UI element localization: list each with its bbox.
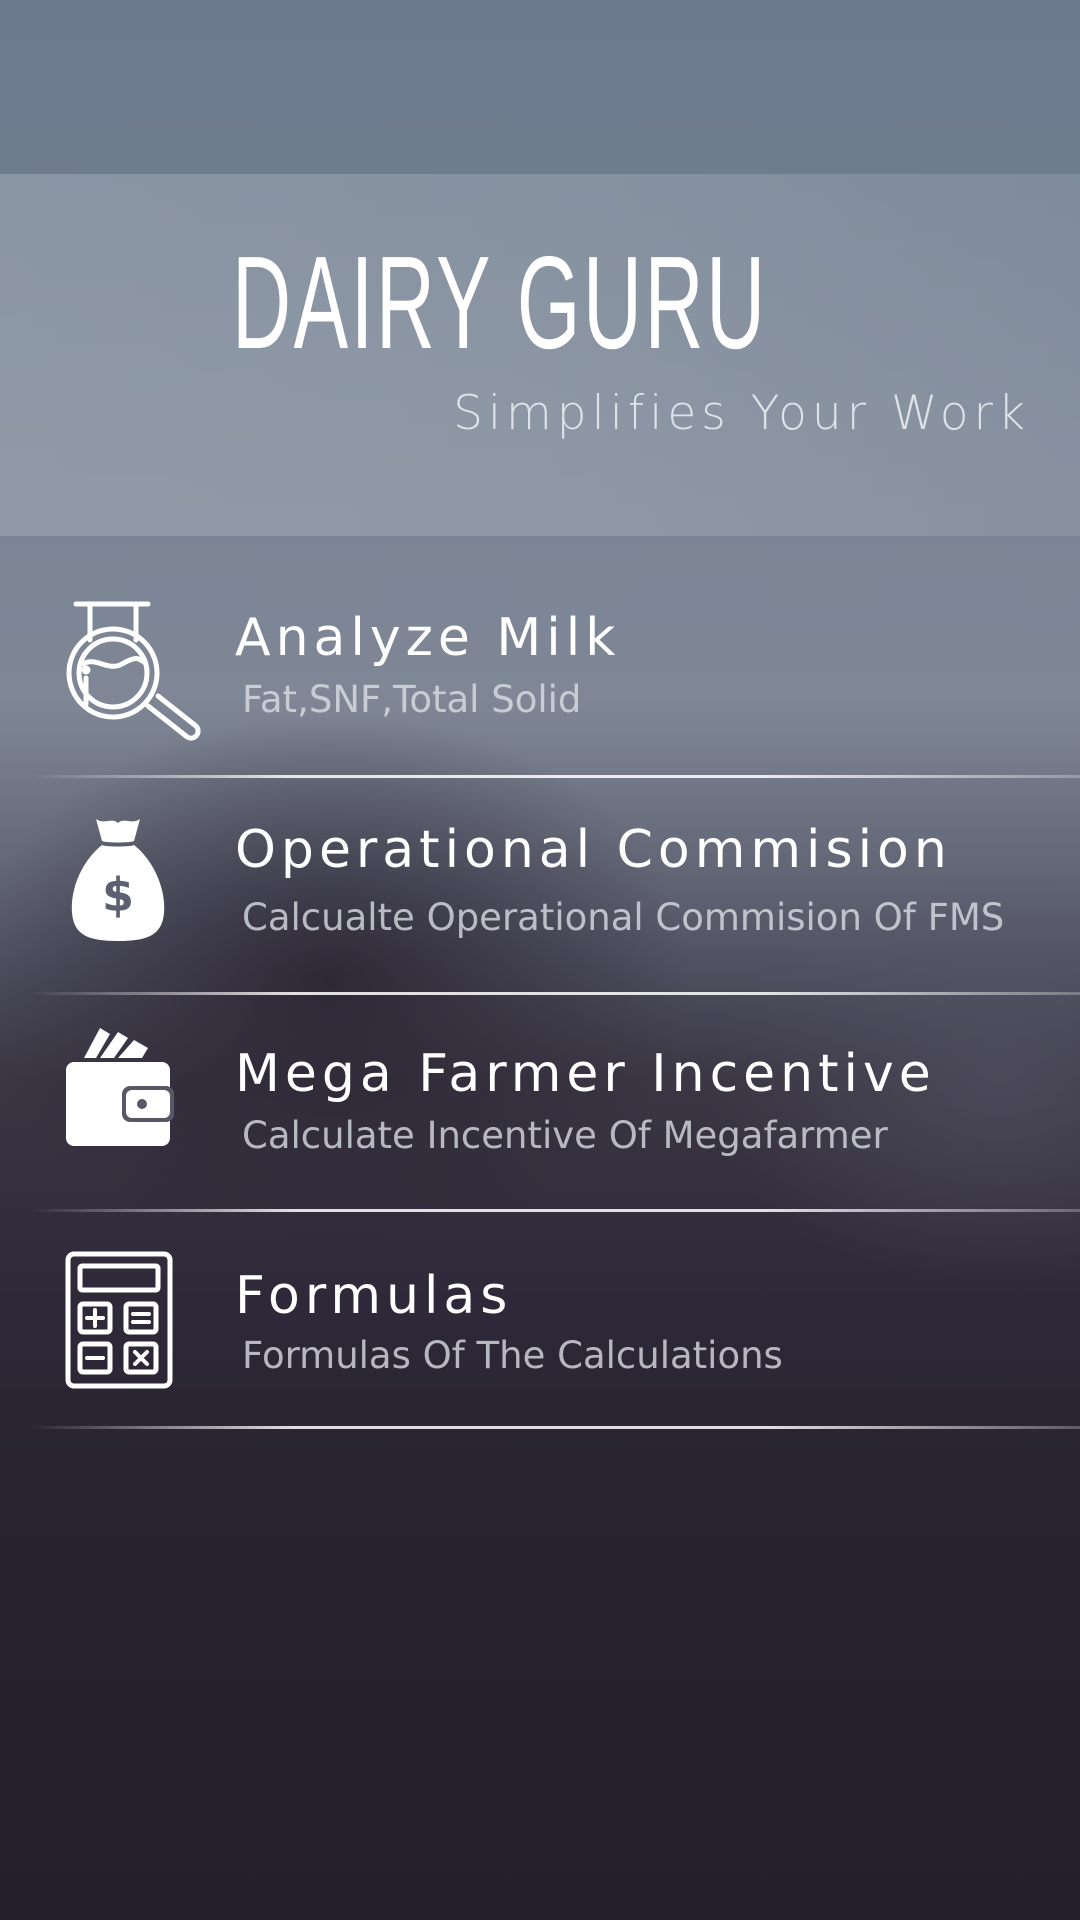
menu-item-title: Operational Commision — [235, 820, 952, 880]
menu-item-subtitle: Formulas Of The Calculations — [242, 1334, 783, 1377]
menu-item-analyze-milk[interactable]: Analyze Milk Fat,SNF,Total Solid — [0, 590, 1080, 780]
menu-item-subtitle: Fat,SNF,Total Solid — [242, 678, 582, 721]
divider — [30, 775, 1080, 778]
divider — [30, 1209, 1080, 1212]
menu-item-subtitle: Calculate Incentive Of Megafarmer — [242, 1114, 888, 1157]
app-screen: DAIRY GURU Simplifies Your Work Analyze … — [0, 0, 1080, 1920]
menu-item-subtitle: Calcualte Operational Commision Of FMS — [242, 896, 1005, 939]
svg-text:$: $ — [102, 868, 134, 922]
divider — [30, 1426, 1080, 1429]
menu-item-operational-commision[interactable]: $ Operational Commision Calcualte Operat… — [0, 800, 1080, 990]
menu-item-title: Formulas — [235, 1266, 513, 1326]
menu-item-title: Analyze Milk — [235, 608, 621, 668]
money-bag-icon: $ — [71, 819, 165, 941]
app-tagline: Simplifies Your Work — [453, 386, 1030, 441]
milk-analysis-magnifier-icon — [66, 601, 201, 741]
menu-item-formulas[interactable]: Formulas Formulas Of The Calculations — [0, 1240, 1080, 1430]
divider — [30, 992, 1080, 995]
calculator-icon — [65, 1251, 173, 1389]
wallet-icon — [66, 1028, 174, 1146]
menu-item-title: Mega Farmer Incentive — [235, 1044, 936, 1104]
app-title: DAIRY GURU — [232, 229, 768, 376]
menu-item-mega-farmer-incentive[interactable]: Mega Farmer Incentive Calculate Incentiv… — [0, 1020, 1080, 1210]
